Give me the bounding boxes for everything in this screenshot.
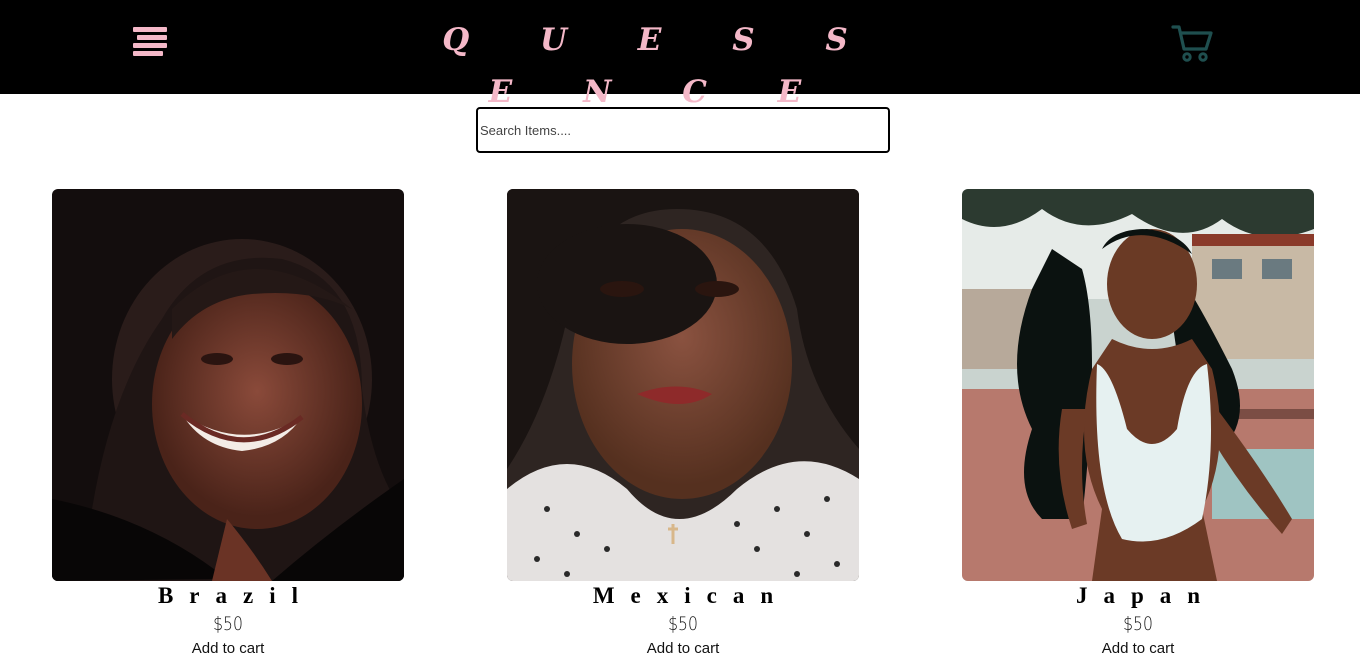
add-to-cart-link[interactable]: Add to cart <box>52 639 404 659</box>
product-price: $50 <box>213 613 243 635</box>
top-navigation-bar: Q U E S S E N C E <box>0 0 1360 110</box>
product-image[interactable] <box>507 189 859 581</box>
add-to-cart-link[interactable]: Add to cart <box>507 639 859 659</box>
search-box <box>476 107 890 153</box>
product-card: Japan $50 Add to cart <box>962 189 1314 659</box>
product-card: Mexican $50 Add to cart <box>507 189 859 659</box>
brand-logo[interactable]: Q U E S S E N C E <box>380 14 910 110</box>
search-input[interactable] <box>476 107 890 153</box>
product-price: $50 <box>668 613 698 635</box>
product-card: Brazil $50 Add to cart <box>52 189 404 659</box>
product-name: Brazil <box>157 583 315 608</box>
product-image[interactable] <box>52 189 404 581</box>
product-name: Japan <box>1075 583 1217 608</box>
product-price: $50 <box>1123 613 1153 635</box>
product-image[interactable] <box>962 189 1314 581</box>
shopping-cart-icon[interactable] <box>1170 22 1214 64</box>
add-to-cart-link[interactable]: Add to cart <box>962 639 1314 659</box>
product-name: Mexican <box>592 583 790 608</box>
hamburger-menu-icon[interactable] <box>133 27 167 57</box>
